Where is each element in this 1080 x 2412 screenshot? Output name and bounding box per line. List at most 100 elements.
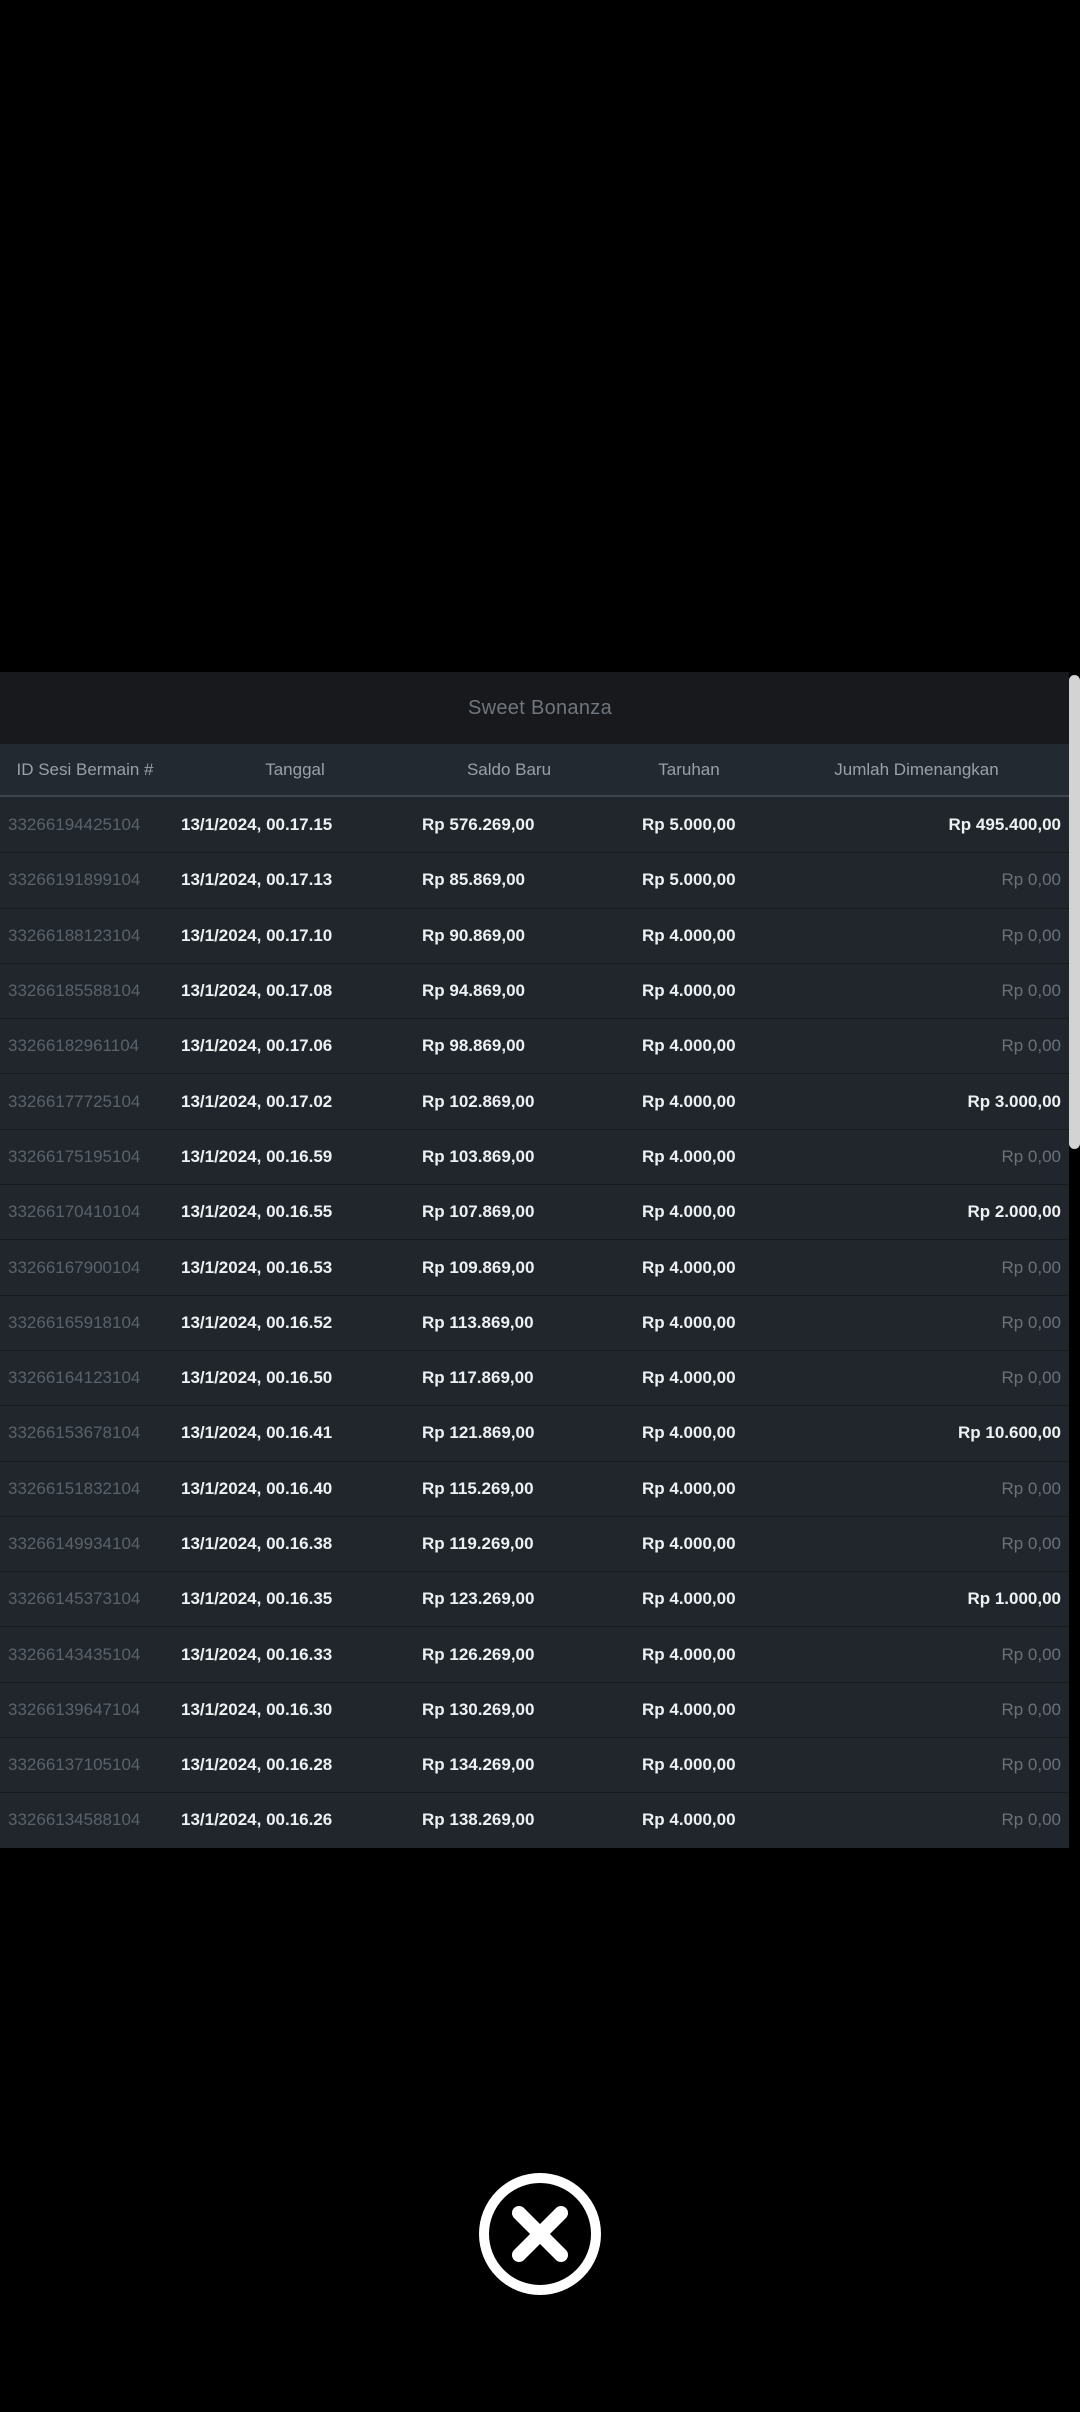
cell-date: 13/1/2024, 00.16.30 — [181, 1699, 333, 1719]
cell-session-id: 33266177725104 — [8, 1091, 141, 1111]
close-circle-x-icon — [479, 2173, 601, 2295]
cell-date: 13/1/2024, 00.16.35 — [181, 1589, 333, 1609]
column-header-bet: Taruhan — [658, 759, 720, 779]
table-row: 33266185588104 13/1/2024, 00.17.08 Rp 94.8… — [0, 962, 1080, 1019]
game-title: Sweet Bonanza — [468, 696, 612, 719]
cell-bet: Rp 5.000,00 — [642, 870, 736, 890]
cell-amount-won: Rp 0,00 — [1001, 1312, 1061, 1332]
cell-session-id: 33266134588104 — [8, 1810, 141, 1830]
cell-bet: Rp 4.000,00 — [642, 1699, 736, 1719]
cell-amount-won: Rp 0,00 — [1001, 1644, 1061, 1664]
cell-new-balance: Rp 130.269,00 — [422, 1699, 535, 1719]
cell-bet: Rp 4.000,00 — [642, 1146, 736, 1166]
cell-date: 13/1/2024, 00.16.38 — [181, 1534, 333, 1553]
table-row: 33266145373104 13/1/2024, 00.16.35 Rp 123.… — [0, 1571, 1080, 1627]
cell-session-id: 33266143435104 — [8, 1644, 141, 1664]
cell-date: 13/1/2024, 00.16.55 — [181, 1202, 333, 1222]
cell-amount-won: Rp 0,00 — [1001, 1146, 1061, 1166]
scrollbar-thumb[interactable] — [1069, 675, 1080, 1149]
cell-new-balance: Rp 103.869,00 — [422, 1146, 535, 1166]
cell-new-balance: Rp 90.869,00 — [422, 925, 526, 945]
cell-amount-won: Rp 0,00 — [1001, 1257, 1061, 1277]
cell-bet: Rp 4.000,00 — [642, 1589, 736, 1609]
column-header-amount-won: Jumlah Dimenangkan — [834, 759, 999, 779]
cell-date: 13/1/2024, 00.17.02 — [181, 1091, 333, 1111]
cell-bet: Rp 4.000,00 — [642, 1257, 736, 1277]
cell-bet: Rp 4.000,00 — [642, 1810, 736, 1830]
cell-new-balance: Rp 134.269,00 — [422, 1755, 535, 1775]
cell-amount-won: Rp 0,00 — [1001, 870, 1061, 890]
cell-session-id: 33266167900104 — [8, 1257, 141, 1277]
scrollbar-track[interactable] — [1069, 672, 1080, 1848]
cell-amount-won: Rp 3.000,00 — [967, 1091, 1061, 1111]
cell-session-id: 33266151832104 — [8, 1478, 141, 1498]
cell-new-balance: Rp 98.869,00 — [422, 1036, 526, 1056]
table-row: 33266149934104 13/1/2024, 00.16.38 Rp 119.… — [0, 1515, 1080, 1572]
cell-bet: Rp 4.000,00 — [642, 1312, 736, 1332]
history-table-body: 33266194425104 13/1/2024, 00.17.15 Rp 576.… — [0, 797, 1080, 1848]
close-button[interactable] — [474, 2168, 606, 2300]
cell-date: 13/1/2024, 00.17.08 — [181, 981, 333, 1001]
cell-bet: Rp 4.000,00 — [642, 1202, 736, 1222]
cell-new-balance: Rp 109.869,00 — [422, 1257, 535, 1277]
cell-new-balance: Rp 126.269,00 — [422, 1644, 535, 1664]
cell-amount-won: Rp 0,00 — [1001, 1699, 1061, 1719]
cell-new-balance: Rp 107.869,00 — [422, 1202, 535, 1222]
cell-new-balance: Rp 121.869,00 — [422, 1423, 535, 1443]
cell-date: 13/1/2024, 00.17.06 — [181, 1036, 333, 1056]
cell-session-id: 33266153678104 — [8, 1423, 141, 1443]
cell-date: 13/1/2024, 00.16.50 — [181, 1368, 333, 1388]
cell-new-balance: Rp 123.269,00 — [422, 1589, 535, 1609]
table-header-row: ID Sesi Bermain # Tanggal Saldo Baru Tar… — [0, 744, 1080, 797]
cell-date: 13/1/2024, 00.16.26 — [181, 1810, 333, 1830]
cell-new-balance: Rp 119.269,00 — [422, 1534, 534, 1553]
cell-amount-won: Rp 0,00 — [1001, 1478, 1061, 1498]
cell-new-balance: Rp 115.269,00 — [422, 1478, 534, 1498]
cell-date: 13/1/2024, 00.16.53 — [181, 1257, 333, 1277]
cell-bet: Rp 4.000,00 — [642, 925, 736, 945]
cell-date: 13/1/2024, 00.17.10 — [181, 925, 333, 945]
cell-amount-won: Rp 0,00 — [1001, 1810, 1061, 1830]
cell-session-id: 33266175195104 — [8, 1146, 141, 1166]
column-header-new-balance: Saldo Baru — [466, 759, 552, 779]
cell-date: 13/1/2024, 00.17.15 — [181, 814, 333, 834]
table-row: 33266139647104 13/1/2024, 00.16.30 Rp 130.… — [0, 1681, 1080, 1738]
cell-amount-won: Rp 0,00 — [1001, 1368, 1061, 1388]
cell-amount-won: Rp 0,00 — [1001, 1534, 1061, 1553]
cell-bet: Rp 4.000,00 — [642, 1368, 736, 1388]
cell-session-id: 33266182961104 — [8, 1036, 140, 1056]
cell-new-balance: Rp 94.869,00 — [422, 981, 526, 1001]
cell-session-id: 33266149934104 — [8, 1534, 141, 1553]
table-row: 33266191899104 13/1/2024, 00.17.13 Rp 85.8… — [0, 852, 1080, 908]
cell-date: 13/1/2024, 00.17.13 — [181, 870, 333, 890]
table-row: 33266188123104 13/1/2024, 00.17.10 Rp 90.8… — [0, 907, 1080, 963]
table-row: 33266143435104 13/1/2024, 00.16.33 Rp 126.… — [0, 1626, 1080, 1682]
table-row: 33266151832104 13/1/2024, 00.16.40 Rp 115.… — [0, 1460, 1080, 1516]
cell-new-balance: Rp 85.869,00 — [422, 870, 526, 890]
cell-session-id: 33266137105104 — [8, 1755, 141, 1775]
cell-bet: Rp 4.000,00 — [642, 1478, 736, 1498]
cell-session-id: 33266170410104 — [8, 1202, 141, 1222]
cell-session-id: 33266145373104 — [8, 1589, 141, 1609]
cell-bet: Rp 4.000,00 — [642, 1534, 736, 1553]
cell-new-balance: Rp 117.869,00 — [422, 1368, 534, 1388]
cell-bet: Rp 4.000,00 — [642, 1423, 736, 1443]
cell-amount-won: Rp 0,00 — [1001, 981, 1061, 1001]
cell-date: 13/1/2024, 00.16.33 — [181, 1644, 333, 1664]
cell-amount-won: Rp 0,00 — [1001, 925, 1061, 945]
cell-session-id: 33266191899104 — [8, 870, 141, 890]
cell-bet: Rp 5.000,00 — [642, 814, 736, 834]
cell-session-id: 33266194425104 — [8, 814, 141, 834]
table-row: 33266134588104 13/1/2024, 00.16.26 Rp 138.… — [0, 1792, 1080, 1848]
cell-new-balance: Rp 113.869,00 — [422, 1312, 534, 1332]
game-history-modal: Sweet Bonanza ID Sesi Bermain # Tanggal … — [0, 672, 1080, 1848]
cell-amount-won: Rp 10.600,00 — [957, 1423, 1061, 1443]
table-row: 33266167900104 13/1/2024, 00.16.53 Rp 109.… — [0, 1239, 1080, 1295]
cell-bet: Rp 4.000,00 — [642, 1036, 736, 1056]
cell-new-balance: Rp 102.869,00 — [422, 1091, 535, 1111]
cell-new-balance: Rp 138.269,00 — [422, 1810, 535, 1830]
cell-amount-won: Rp 495.400,00 — [948, 814, 1061, 834]
table-row: 33266175195104 13/1/2024, 00.16.59 Rp 103.… — [0, 1128, 1080, 1185]
cell-bet: Rp 4.000,00 — [642, 1644, 736, 1664]
table-row: 33266182961104 13/1/2024, 00.17.06 Rp 98.8… — [0, 1018, 1080, 1074]
